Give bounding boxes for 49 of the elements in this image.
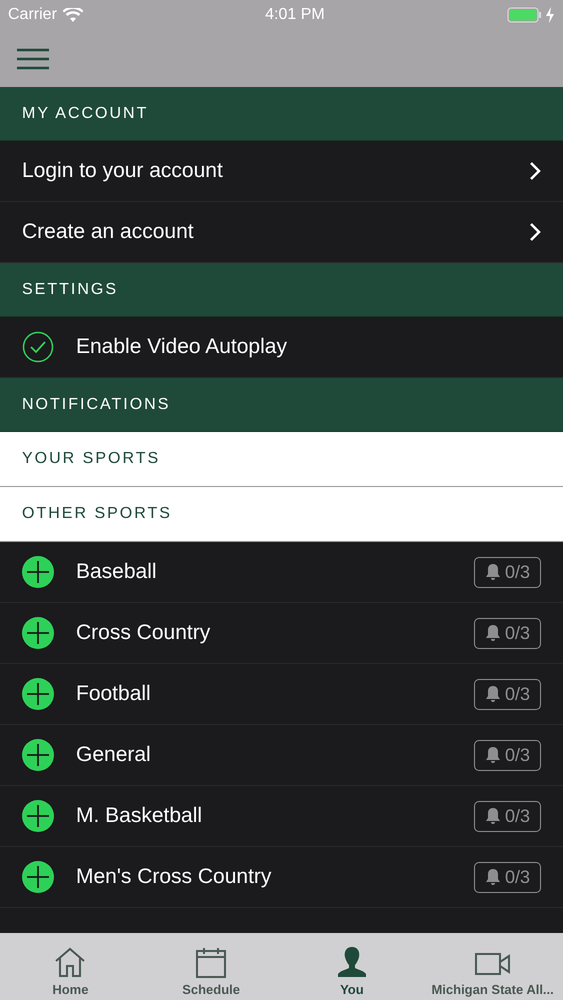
add-icon[interactable]: [22, 739, 54, 771]
bell-icon: [484, 807, 501, 825]
row-label: Login to your account: [22, 159, 224, 183]
add-icon[interactable]: [22, 678, 54, 710]
section-header: NOTIFICATIONS: [0, 378, 563, 432]
sport-name: General: [76, 743, 152, 767]
menu-icon[interactable]: [16, 48, 50, 70]
bell-icon: [484, 685, 501, 703]
battery-icon: [506, 7, 541, 23]
section-subheader[interactable]: YOUR SPORTS: [0, 432, 563, 487]
charging-icon: [544, 7, 555, 23]
bell-icon: [484, 746, 501, 764]
notification-count-button[interactable]: 0/3: [474, 862, 541, 892]
chevron-icon: [529, 161, 541, 181]
notification-count-button[interactable]: 0/3: [474, 556, 541, 588]
notification-count-button[interactable]: 0/3: [474, 800, 541, 832]
sport-name: Cross Country: [76, 621, 212, 645]
section-header: SETTINGS: [0, 263, 563, 317]
tab-bar-item[interactable]: You: [282, 933, 422, 1000]
chevron-icon: [529, 222, 541, 242]
sport-name: Football: [76, 682, 152, 706]
bell-icon: [484, 868, 501, 886]
tab-bar-item[interactable]: Schedule: [140, 933, 282, 1000]
sport-name: M. Basketball: [76, 804, 204, 828]
add-icon[interactable]: [22, 617, 54, 649]
notification-count-button[interactable]: 0/3: [474, 678, 541, 710]
status-time: 4:01 PM: [265, 6, 325, 24]
checkmark-circle-icon[interactable]: [22, 331, 54, 363]
bell-icon: [484, 624, 501, 642]
add-icon[interactable]: [22, 800, 54, 832]
notification-count-button[interactable]: 0/3: [474, 740, 541, 770]
section-header: MY ACCOUNT: [0, 87, 563, 141]
bell-icon: [484, 563, 501, 581]
video-camera-icon: [474, 950, 511, 978]
setting-label: Enable Video Autoplay: [76, 335, 288, 359]
notification-count-button[interactable]: 0/3: [474, 618, 541, 648]
tab-bar-item[interactable]: Michigan State All...: [422, 933, 563, 1000]
wifi-icon: [62, 8, 83, 22]
carrier-label: Carrier: [8, 6, 57, 24]
row-label: Create an account: [22, 220, 195, 244]
tab-bar-item[interactable]: Home: [0, 933, 141, 1000]
section-subheader[interactable]: OTHER SPORTS: [0, 487, 563, 542]
add-icon[interactable]: [22, 556, 54, 588]
home-icon: [54, 946, 86, 978]
add-icon[interactable]: [22, 861, 54, 893]
sport-name: Men's Cross Country: [76, 865, 272, 889]
sport-name: Baseball: [76, 560, 158, 584]
person-icon: [336, 946, 367, 978]
calendar-icon: [195, 946, 228, 978]
